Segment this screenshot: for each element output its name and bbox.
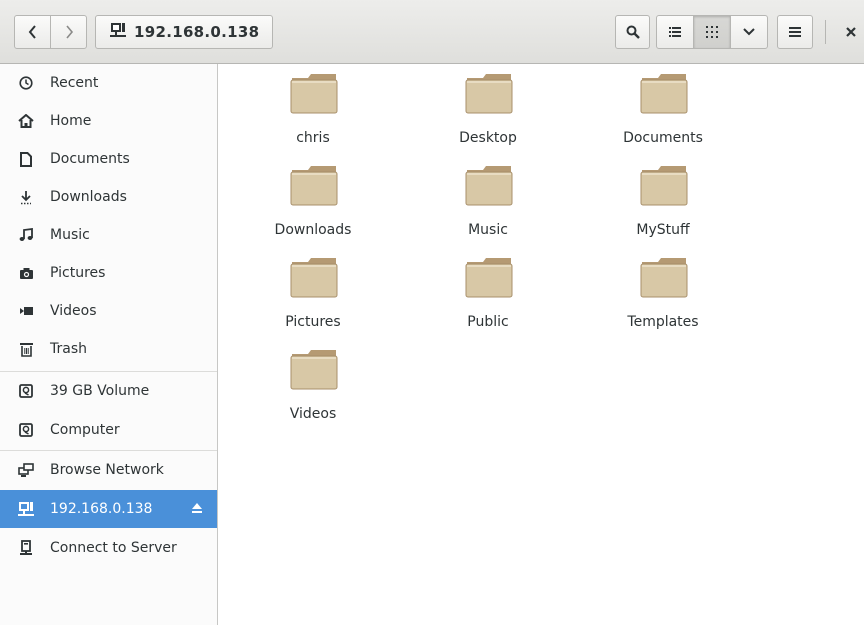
list-view-button[interactable] xyxy=(656,15,694,49)
sidebar: Recent Home Documents Downloads Music Pi… xyxy=(0,64,218,625)
network-computer-icon xyxy=(110,22,126,42)
folder-label: MyStuff xyxy=(636,222,690,238)
folder-label: Desktop xyxy=(459,130,517,146)
folder-label: Documents xyxy=(623,130,703,146)
sidebar-item-label: Documents xyxy=(50,151,130,167)
sidebar-item-browse-network[interactable]: Browse Network xyxy=(0,451,217,489)
navigation-buttons xyxy=(14,15,88,49)
close-icon xyxy=(846,27,856,37)
close-button[interactable] xyxy=(838,15,864,49)
folder-icon xyxy=(290,166,338,206)
folder-label: Templates xyxy=(627,314,699,330)
menu-button[interactable] xyxy=(777,15,813,49)
view-options-button[interactable] xyxy=(730,15,768,49)
sidebar-item-label: Pictures xyxy=(50,265,106,281)
sidebar-item-pictures[interactable]: Pictures xyxy=(0,254,217,292)
search-button[interactable] xyxy=(615,15,650,49)
chevron-down-icon xyxy=(743,28,755,36)
header-separator xyxy=(825,20,826,44)
trash-icon xyxy=(18,341,34,357)
sidebar-item-39gb-volume[interactable]: 39 GB Volume xyxy=(0,372,217,410)
folder-icon xyxy=(640,74,688,114)
back-icon xyxy=(28,25,36,39)
folder-icon xyxy=(465,166,513,206)
document-icon xyxy=(18,151,34,167)
server-icon xyxy=(18,540,34,556)
location-path-button[interactable]: 192.168.0.138 xyxy=(95,15,273,49)
folder-item[interactable]: Downloads xyxy=(243,160,383,240)
sidebar-item-videos[interactable]: Videos xyxy=(0,292,217,330)
sidebar-item-connect-to-server[interactable]: Connect to Server xyxy=(0,529,217,567)
sidebar-item-computer[interactable]: Computer xyxy=(0,411,217,449)
sidebar-item-label: Browse Network xyxy=(50,462,164,478)
download-icon xyxy=(18,189,34,205)
clock-icon xyxy=(18,75,34,91)
hamburger-menu-icon xyxy=(789,27,801,37)
grid-view-icon xyxy=(706,26,718,38)
folder-item[interactable]: Documents xyxy=(593,68,733,148)
search-icon xyxy=(626,25,640,39)
folder-label: Videos xyxy=(289,406,337,422)
forward-button[interactable] xyxy=(50,15,87,49)
sidebar-item-network-host[interactable]: 192.168.0.138 xyxy=(0,490,217,528)
folder-label: Pictures xyxy=(285,314,341,330)
sidebar-item-recent[interactable]: Recent xyxy=(0,64,217,102)
sidebar-item-label: Music xyxy=(50,227,90,243)
folder-icon xyxy=(290,258,338,298)
sidebar-item-label: Recent xyxy=(50,75,99,91)
forward-icon xyxy=(65,25,73,39)
eject-icon[interactable] xyxy=(191,502,203,518)
camera-icon xyxy=(18,265,34,281)
video-icon xyxy=(18,303,34,319)
folder-item[interactable]: chris xyxy=(243,68,383,148)
sidebar-item-music[interactable]: Music xyxy=(0,216,217,254)
sidebar-item-home[interactable]: Home xyxy=(0,102,217,140)
sidebar-item-label: Videos xyxy=(50,303,97,319)
view-switcher xyxy=(656,15,769,49)
folder-item[interactable]: Public xyxy=(418,252,558,332)
sidebar-item-label: Trash xyxy=(50,341,87,357)
folder-icon xyxy=(640,166,688,206)
sidebar-item-downloads[interactable]: Downloads xyxy=(0,178,217,216)
network-icon xyxy=(18,462,34,478)
music-icon xyxy=(18,227,34,243)
header-bar: 192.168.0.138 xyxy=(0,0,864,64)
folder-label: Music xyxy=(468,222,508,238)
folder-item[interactable]: Pictures xyxy=(243,252,383,332)
folder-item[interactable]: Desktop xyxy=(418,68,558,148)
file-grid: chris Desktop Documents Downloads Music … xyxy=(218,64,864,625)
sidebar-item-label: Downloads xyxy=(50,189,127,205)
folder-icon xyxy=(290,74,338,114)
sidebar-item-trash[interactable]: Trash xyxy=(0,330,217,368)
sidebar-item-label: Computer xyxy=(50,422,120,438)
back-button[interactable] xyxy=(14,15,51,49)
folder-label: Downloads xyxy=(274,222,352,238)
grid-view-button[interactable] xyxy=(693,15,731,49)
folder-item[interactable]: Videos xyxy=(243,344,383,424)
sidebar-item-label: 192.168.0.138 xyxy=(50,501,153,517)
sidebar-item-documents[interactable]: Documents xyxy=(0,140,217,178)
folder-item[interactable]: Templates xyxy=(593,252,733,332)
sidebar-item-label: Home xyxy=(50,113,92,129)
path-label: 192.168.0.138 xyxy=(134,23,260,41)
list-view-icon xyxy=(669,27,681,37)
folder-item[interactable]: Music xyxy=(418,160,558,240)
folder-label: Public xyxy=(467,314,509,330)
folder-icon xyxy=(640,258,688,298)
network-computer-icon xyxy=(18,501,34,517)
folder-icon xyxy=(465,258,513,298)
sidebar-item-label: Connect to Server xyxy=(50,540,177,556)
folder-item[interactable]: MyStuff xyxy=(593,160,733,240)
sidebar-item-label: 39 GB Volume xyxy=(50,383,150,399)
drive-icon xyxy=(18,383,34,399)
drive-icon xyxy=(18,422,34,438)
folder-icon xyxy=(465,74,513,114)
folder-icon xyxy=(290,350,338,390)
folder-label: chris xyxy=(296,130,330,146)
home-icon xyxy=(18,113,34,129)
